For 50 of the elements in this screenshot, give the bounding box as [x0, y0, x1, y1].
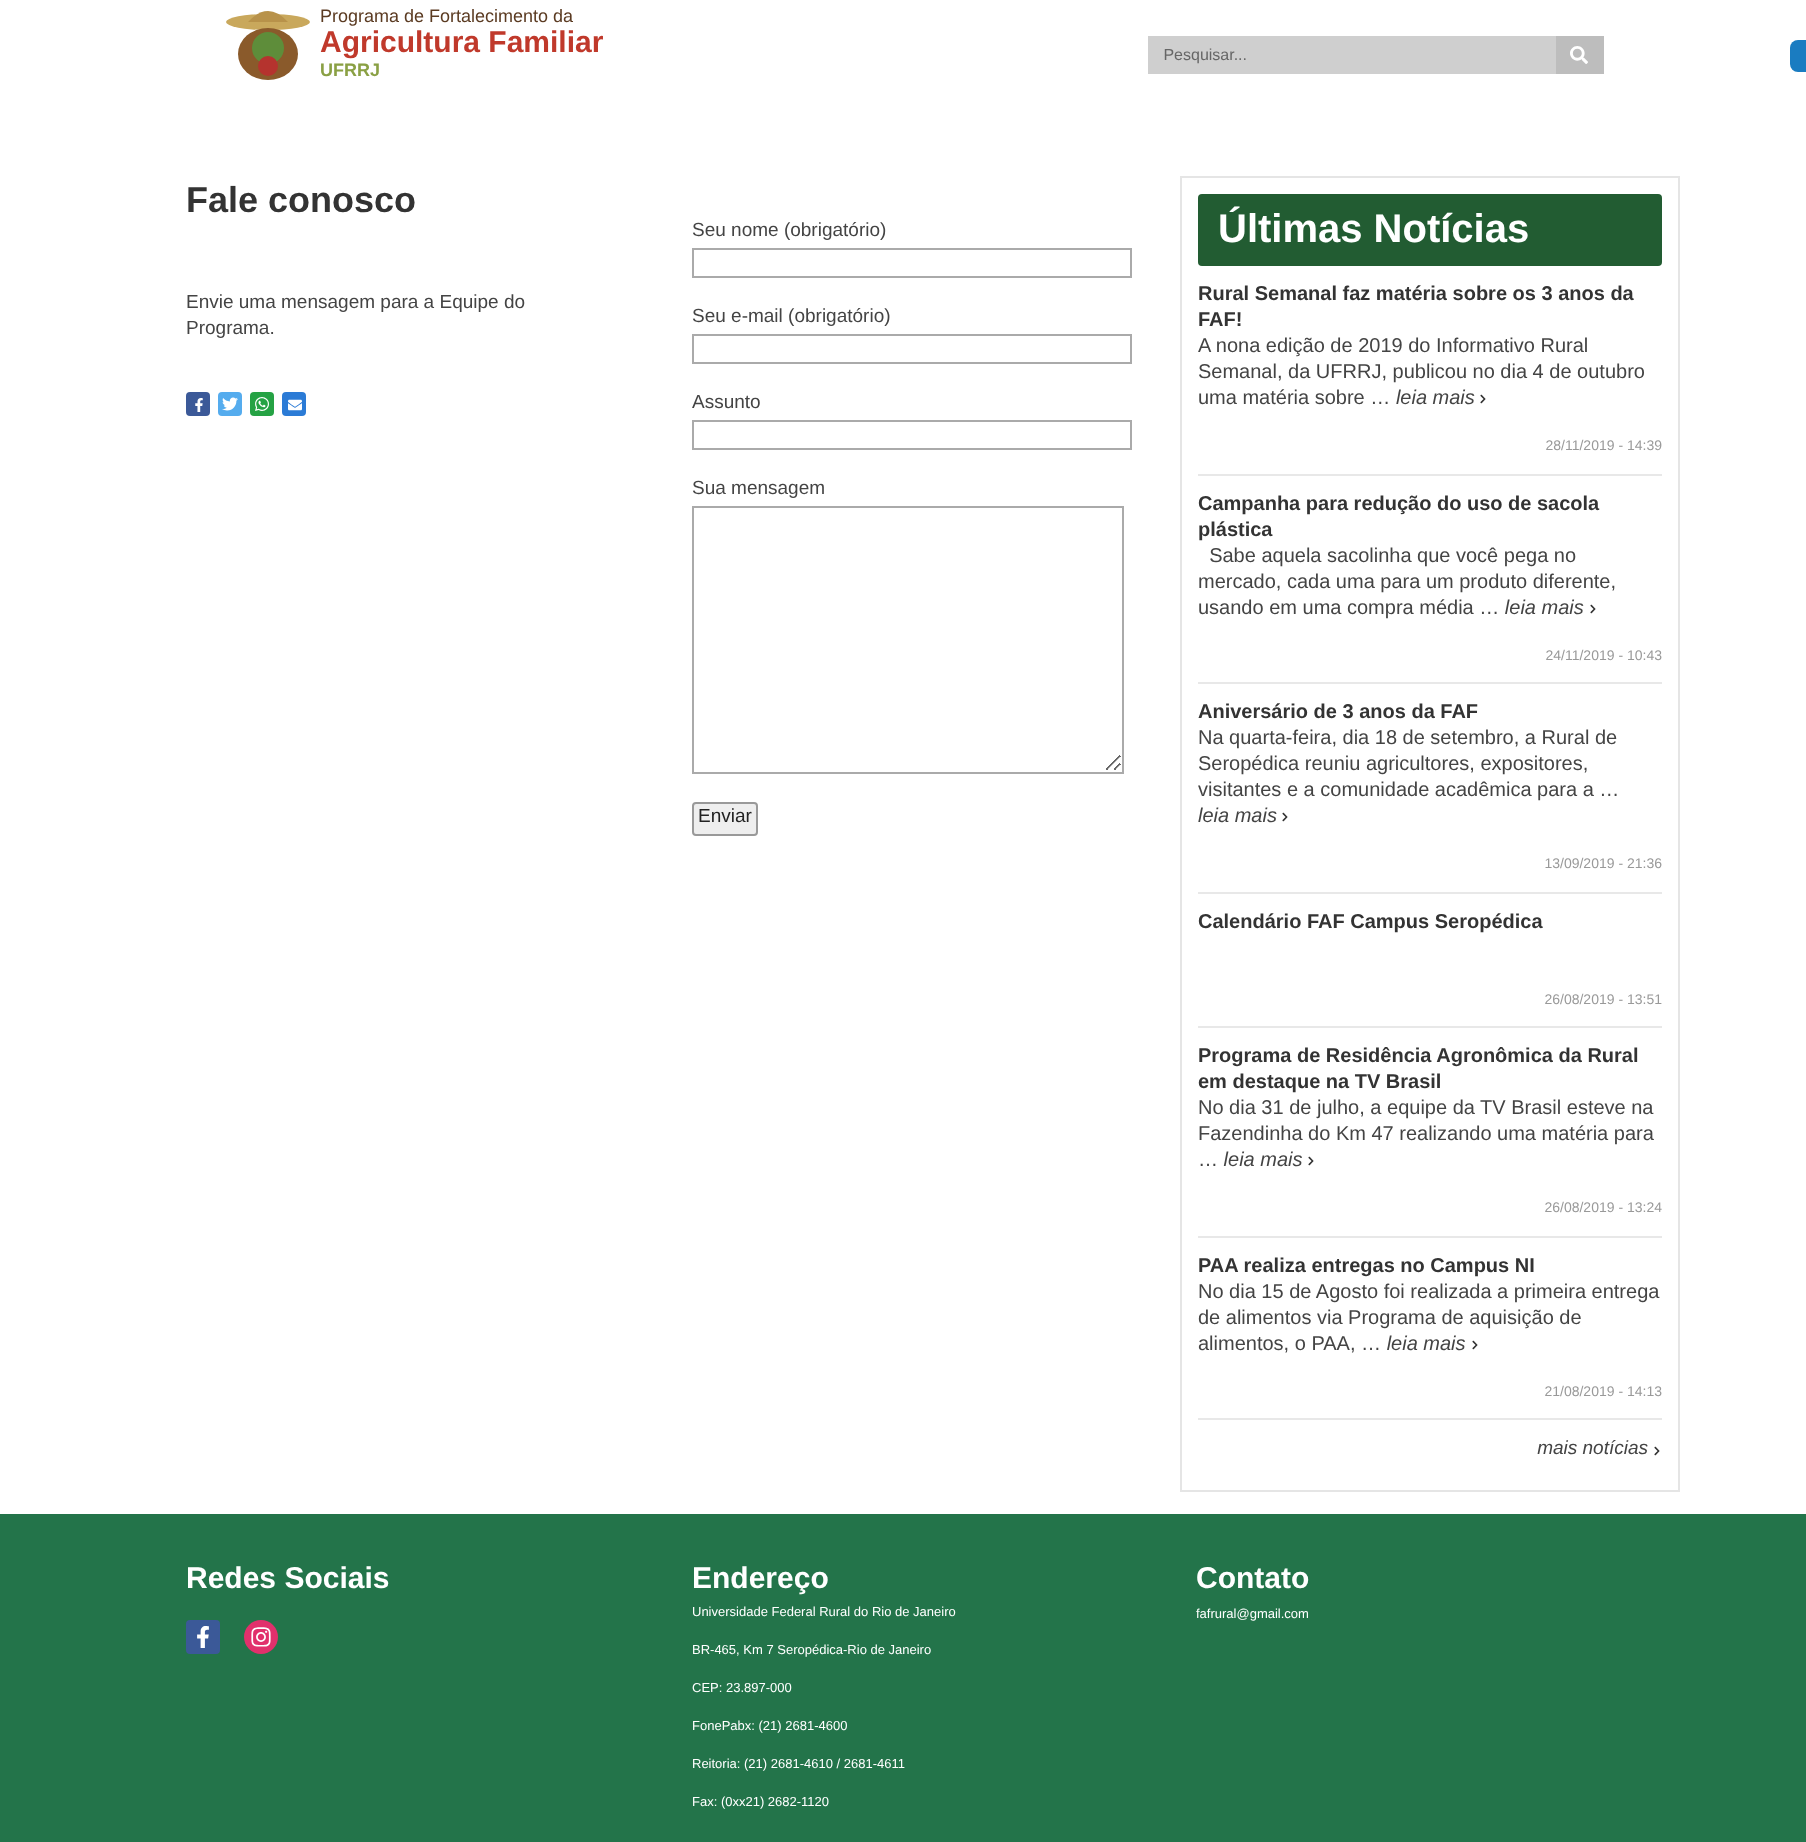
logo-title: Agricultura Familiar — [320, 26, 604, 62]
news-summary: Na quarta-feira, dia 18 de setembro, a Rural de Seropédica reuniu agricultores, expositores, visitantes e a comunidade acadêmica para a … leia mais — [1198, 726, 1622, 830]
more-news-link[interactable]: mais notícias — [1537, 1436, 1662, 1465]
footer-heading: Endereço — [692, 1560, 831, 1600]
field-label: Seu nome (obrigatório) — [692, 220, 889, 244]
news-summary: A nona edição de 2019 do Informativo Rural Semanal, da UFRRJ, publicou no dia 4 de outubro uma matéria sobre … leia mais — [1198, 334, 1647, 412]
facebook-icon[interactable] — [186, 1619, 220, 1653]
chevron-icon — [1469, 1339, 1480, 1349]
field-label: Sua mensagem — [692, 478, 828, 502]
message-field[interactable] — [692, 506, 1124, 774]
search-button[interactable] — [1555, 36, 1604, 74]
chevron-icon — [1587, 603, 1598, 613]
news-title[interactable]: Aniversário de 3 anos da FAF — [1198, 700, 1662, 726]
news-summary: Sabe aquela sacolinha que você pega no mercado, cada uma para um produto diferente, usando em uma compra média … leia mais — [1198, 543, 1619, 621]
news-title[interactable]: PAA realiza entregas no Campus NI — [1198, 1253, 1662, 1279]
news-title[interactable]: Programa de Residência Agronômica da Rural em destaque na TV Brasil — [1198, 1044, 1662, 1096]
facebook-share-icon[interactable] — [186, 392, 210, 416]
news-heading: Últimas Notícias — [1198, 194, 1662, 266]
chevron-icon — [1478, 394, 1489, 404]
read-more-link[interactable]: leia mais — [1504, 595, 1598, 621]
chevron-icon — [1652, 1445, 1662, 1456]
field-label: Assunto — [692, 392, 763, 416]
logo-subtitle: Programa de Fortalecimento da — [320, 8, 576, 26]
input-field[interactable] — [692, 248, 1132, 278]
submit-button[interactable]: Enviar — [692, 802, 758, 836]
search-icon — [1570, 46, 1589, 64]
read-more-link[interactable]: leia mais — [1386, 1331, 1480, 1357]
whatsapp-share-icon[interactable] — [250, 392, 274, 416]
search-field[interactable]: Pesquisar... — [1147, 36, 1556, 74]
field-label: Seu e-mail (obrigatório) — [692, 306, 893, 330]
input-field[interactable] — [692, 334, 1132, 364]
logo-caption: UFRRJ — [320, 62, 383, 80]
footer-heading: Contato — [1196, 1560, 1310, 1600]
news-summary: No dia 31 de julho, a equipe da TV Brasil esteve na Fazendinha do Km 47 realizando uma matéria para … leia mais — [1198, 1096, 1656, 1174]
input-field[interactable] — [692, 420, 1132, 450]
instagram-icon[interactable] — [244, 1619, 278, 1653]
intro-text: Envie uma mensagem para a Equipe do Programa. — [186, 290, 528, 342]
footer-heading: Redes Sociais — [186, 1560, 392, 1600]
email-share-icon[interactable] — [282, 392, 306, 416]
page-title: Fale conosco — [186, 178, 419, 224]
news-title[interactable]: Rural Semanal faz matéria sobre os 3 anos da FAF! — [1198, 282, 1662, 334]
news-title[interactable]: Calendário FAF Campus Seropédica — [1198, 909, 1662, 935]
news-title[interactable]: Campanha para redução do uso de sacola plástica — [1198, 491, 1662, 543]
chevron-icon — [1280, 812, 1291, 822]
read-more-link[interactable]: leia mais — [1198, 804, 1291, 830]
read-more-link[interactable]: leia mais — [1223, 1148, 1317, 1174]
chevron-icon — [1306, 1156, 1317, 1166]
news-summary: No dia 15 de Agosto foi realizada a primeira entrega de alimentos via Programa de aquisição de alimentos, o PAA, … leia mais — [1198, 1279, 1662, 1357]
read-more-link[interactable]: leia mais — [1395, 386, 1489, 412]
twitter-share-icon[interactable] — [218, 392, 242, 416]
